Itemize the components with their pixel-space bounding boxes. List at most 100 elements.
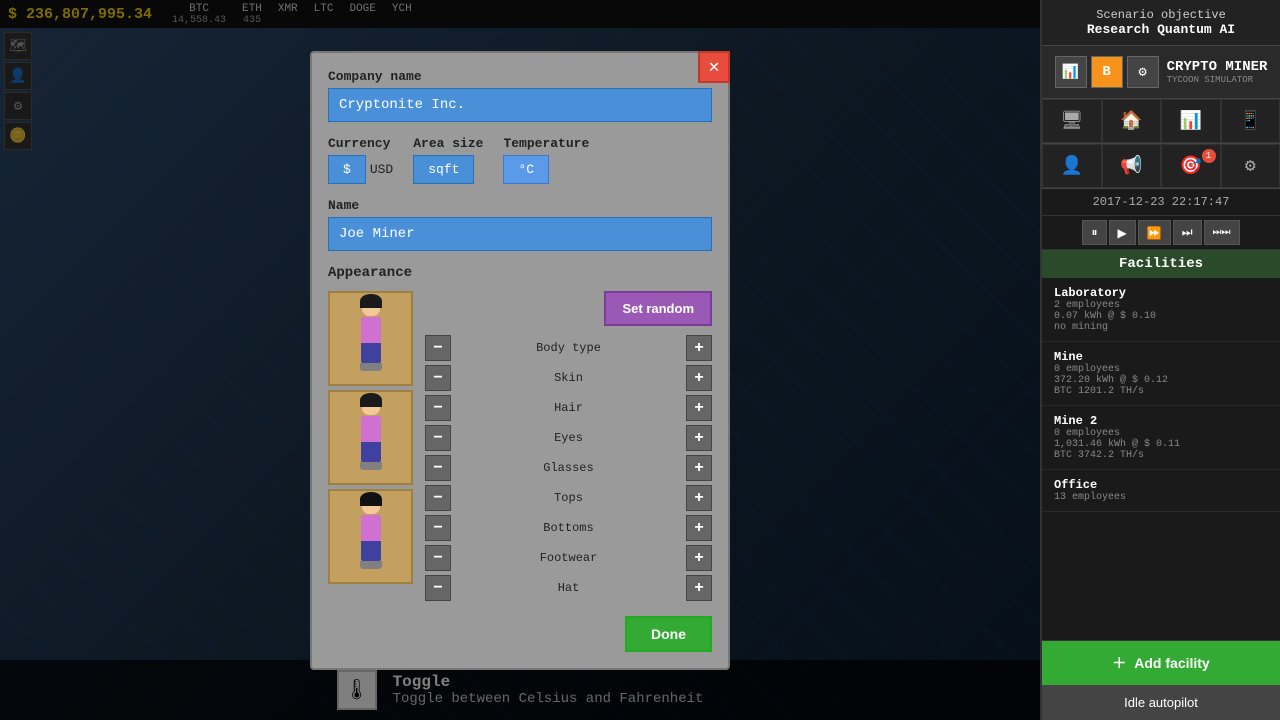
modal-overlay: ✕ Company name Currency $ USD Area size … xyxy=(0,0,1040,720)
facility-mine2-employees: 0 employees xyxy=(1054,428,1268,439)
name-input[interactable] xyxy=(328,217,712,251)
currency-name-label: USD xyxy=(370,162,393,177)
company-name-group: Company name xyxy=(328,69,712,122)
logo-chart-icon: 📊 xyxy=(1055,56,1087,88)
fast-btn[interactable]: ⏩ xyxy=(1138,220,1171,245)
skin-plus[interactable]: + xyxy=(686,365,712,391)
currency-symbol-btn[interactable]: $ xyxy=(328,155,366,184)
facility-mine[interactable]: Mine 0 employees 372.20 kWh @ $ 0.12 BTC… xyxy=(1042,342,1280,406)
facility-laboratory-employees: 2 employees xyxy=(1054,300,1268,311)
bottoms-plus[interactable]: + xyxy=(686,515,712,541)
body-type-label: Body type xyxy=(457,341,680,355)
facility-mine2-name: Mine 2 xyxy=(1054,414,1268,428)
area-label: Area size xyxy=(413,136,483,151)
temp-btn[interactable]: °C xyxy=(503,155,549,184)
temp-label: Temperature xyxy=(503,136,589,151)
char-body-2 xyxy=(361,416,381,442)
facility-mine-kwh: 372.20 kWh @ $ 0.12 xyxy=(1054,375,1268,386)
add-facility-button[interactable]: ＋ Add facility xyxy=(1042,641,1280,685)
character-previews xyxy=(328,291,413,652)
play-btn[interactable]: ▶ xyxy=(1109,220,1136,245)
char-sprite-1 xyxy=(346,298,396,378)
footwear-minus[interactable]: − xyxy=(425,545,451,571)
faster-btn[interactable]: ⏭ xyxy=(1173,220,1202,245)
person-btn[interactable]: 👤 xyxy=(1042,144,1102,188)
hair-label: Hair xyxy=(457,401,680,415)
facility-laboratory-mining: no mining xyxy=(1054,322,1268,333)
logo-b-icon: B xyxy=(1091,56,1123,88)
megaphone-btn[interactable]: 📢 xyxy=(1102,144,1162,188)
modal-close-button[interactable]: ✕ xyxy=(698,51,730,83)
logo-subtitle: TYCOON SIMULATOR xyxy=(1167,75,1268,85)
facility-laboratory[interactable]: Laboratory 2 employees 0.07 kWh @ $ 0.10… xyxy=(1042,278,1280,342)
gear-btn[interactable]: ⚙ xyxy=(1221,144,1280,188)
close-icon: ✕ xyxy=(709,56,720,78)
footwear-plus[interactable]: + xyxy=(686,545,712,571)
facility-mine-name: Mine xyxy=(1054,350,1268,364)
bottoms-minus[interactable]: − xyxy=(425,515,451,541)
char-preview-2 xyxy=(328,390,413,485)
temp-group: Temperature °C xyxy=(503,136,589,184)
eyes-label: Eyes xyxy=(457,431,680,445)
tops-row: − Tops + xyxy=(425,484,712,512)
name-label: Name xyxy=(328,198,712,213)
logo-title: CRYPTO MINER xyxy=(1167,59,1268,76)
done-button[interactable]: Done xyxy=(625,616,712,652)
hat-minus[interactable]: − xyxy=(425,575,451,601)
eyes-minus[interactable]: − xyxy=(425,425,451,451)
hat-label: Hat xyxy=(457,581,680,595)
facility-mine2-mining: BTC 3742.2 TH/s xyxy=(1054,450,1268,461)
idle-autopilot-button[interactable]: Idle autopilot xyxy=(1042,685,1280,720)
facility-mine2[interactable]: Mine 2 0 employees 1,031.46 kWh @ $ 0.11… xyxy=(1042,406,1280,470)
company-name-label: Company name xyxy=(328,69,712,84)
time-controls: ⏸ ▶ ⏩ ⏭ ⏭⏭ xyxy=(1042,216,1280,250)
sidebar-bottom: ＋ Add facility Idle autopilot xyxy=(1042,640,1280,720)
name-group: Name xyxy=(328,198,712,251)
set-random-button[interactable]: Set random xyxy=(604,291,712,326)
top-sidebar-icons: 🖥 🏠 📊 📱 xyxy=(1042,99,1280,144)
char-feet-3 xyxy=(360,561,382,569)
tops-minus[interactable]: − xyxy=(425,485,451,511)
monitor-btn[interactable]: 🖥 xyxy=(1042,99,1102,143)
hair-minus[interactable]: − xyxy=(425,395,451,421)
char-sprite-2 xyxy=(346,397,396,477)
hair-plus[interactable]: + xyxy=(686,395,712,421)
char-legs-3 xyxy=(361,541,381,561)
facility-mine-mining: BTC 1201.2 TH/s xyxy=(1054,386,1268,397)
fastest-btn[interactable]: ⏭⏭ xyxy=(1204,220,1240,245)
appearance-controls-panel: Set random − Body type + − Skin + − xyxy=(425,291,712,652)
facility-office[interactable]: Office 13 employees xyxy=(1042,470,1280,512)
body-type-minus[interactable]: − xyxy=(425,335,451,361)
company-name-input[interactable] xyxy=(328,88,712,122)
chart-btn[interactable]: 📊 xyxy=(1161,99,1221,143)
facilities-header: Facilities xyxy=(1042,250,1280,278)
glasses-minus[interactable]: − xyxy=(425,455,451,481)
char-head-2 xyxy=(362,397,380,415)
area-size-btn[interactable]: sqft xyxy=(413,155,474,184)
facility-office-employees: 13 employees xyxy=(1054,492,1268,503)
glasses-row: − Glasses + xyxy=(425,454,712,482)
currency-group: Currency $ USD xyxy=(328,136,393,184)
phone-btn[interactable]: 📱 xyxy=(1221,99,1280,143)
eyes-plus[interactable]: + xyxy=(686,425,712,451)
logo-icons: 📊 B ⚙ xyxy=(1055,56,1159,88)
home-btn[interactable]: 🏠 xyxy=(1102,99,1162,143)
datetime-display: 2017-12-23 22:17:47 xyxy=(1042,189,1280,216)
char-feet-2 xyxy=(360,462,382,470)
target-btn[interactable]: 🎯 1 xyxy=(1161,144,1221,188)
tops-plus[interactable]: + xyxy=(686,485,712,511)
char-body-3 xyxy=(361,515,381,541)
body-type-plus[interactable]: + xyxy=(686,335,712,361)
glasses-plus[interactable]: + xyxy=(686,455,712,481)
char-hair-2 xyxy=(360,393,382,407)
hat-row: − Hat + xyxy=(425,574,712,602)
idle-btn-label: Idle autopilot xyxy=(1124,695,1198,710)
notification-badge: 1 xyxy=(1202,149,1216,163)
char-hair-1 xyxy=(360,294,382,308)
hair-row: − Hair + xyxy=(425,394,712,422)
pause-btn[interactable]: ⏸ xyxy=(1082,220,1106,245)
hat-plus[interactable]: + xyxy=(686,575,712,601)
footwear-row: − Footwear + xyxy=(425,544,712,572)
skin-minus[interactable]: − xyxy=(425,365,451,391)
char-feet-1 xyxy=(360,363,382,371)
